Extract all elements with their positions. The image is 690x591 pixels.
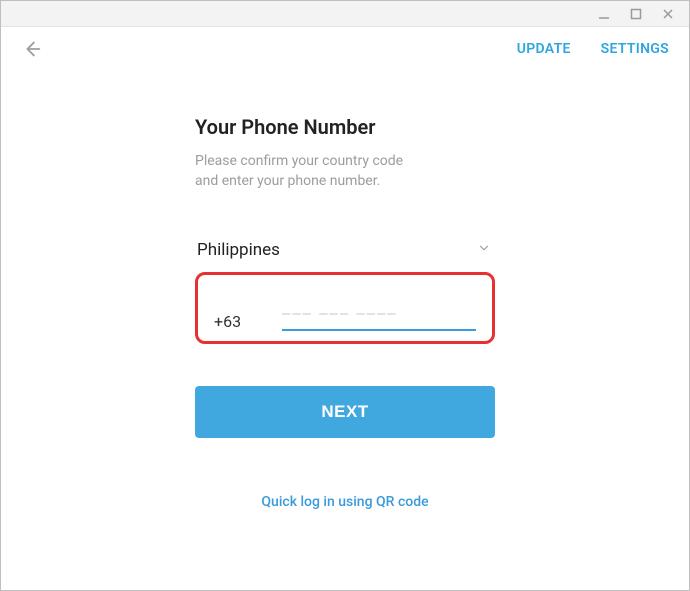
page-title: Your Phone Number [195,115,495,139]
subtitle-line: Please confirm your country code [195,153,403,169]
page-subtitle: Please confirm your country code and ent… [195,151,495,192]
settings-link[interactable]: SETTINGS [601,41,669,57]
header-links: UPDATE SETTINGS [517,41,669,57]
login-form: Your Phone Number Please confirm your co… [195,115,495,510]
app-window: UPDATE SETTINGS Your Phone Number Please… [0,0,690,591]
back-button[interactable] [21,38,43,60]
minimize-icon[interactable] [597,7,611,21]
next-button[interactable]: NEXT [195,386,495,438]
window-titlebar [1,1,689,27]
phone-placeholder: ––– ––– –––– [282,305,398,322]
chevron-down-icon [477,240,491,260]
subtitle-line: and enter your phone number. [195,173,380,189]
app-header: UPDATE SETTINGS [1,27,689,71]
phone-input-group: +63 ––– ––– –––– [195,272,495,344]
close-icon[interactable] [661,7,675,21]
country-code-field[interactable]: +63 [214,312,258,331]
country-selector[interactable]: Philippines [195,238,495,262]
maximize-icon[interactable] [629,7,643,21]
phone-number-field[interactable]: ––– ––– –––– [282,303,476,331]
input-underline [282,329,476,331]
update-link[interactable]: UPDATE [517,41,571,57]
country-label: Philippines [197,240,280,260]
qr-login-link[interactable]: Quick log in using QR code [195,494,495,510]
